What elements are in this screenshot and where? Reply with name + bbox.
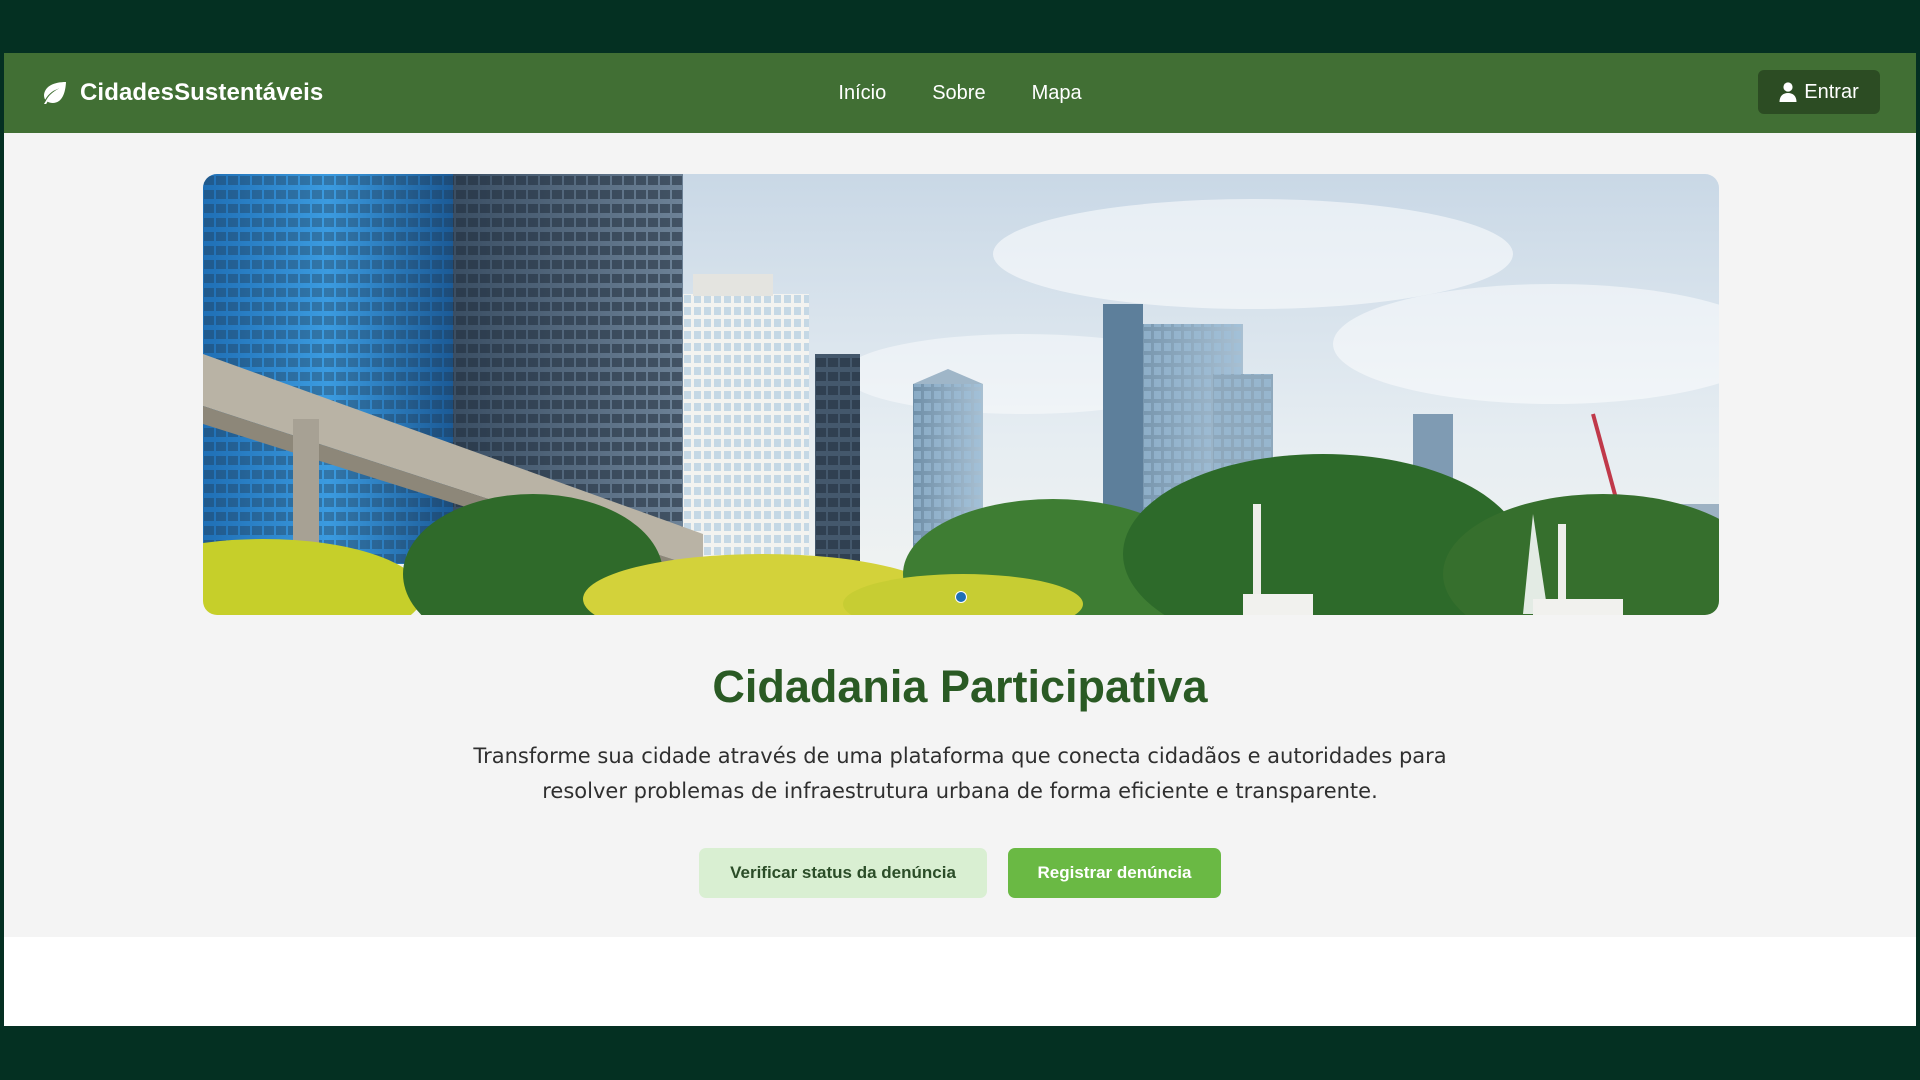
user-icon — [1779, 82, 1797, 102]
register-report-button[interactable]: Registrar denúncia — [1008, 848, 1221, 898]
city-skyline-image — [203, 174, 1719, 615]
hero-section: Cidadania Participativa Transforme sua c… — [4, 133, 1916, 937]
nav-link-sobre[interactable]: Sobre — [932, 82, 985, 105]
check-report-status-button[interactable]: Verificar status da denúncia — [699, 848, 987, 898]
carousel-indicator-dot[interactable] — [955, 591, 967, 603]
brand-logo-link[interactable]: CidadesSustentáveis — [40, 53, 323, 133]
leaf-icon — [44, 82, 66, 104]
brand-name: CidadesSustentáveis — [80, 79, 324, 106]
nav-link-inicio[interactable]: Início — [838, 82, 886, 105]
hero-banner-carousel — [203, 174, 1719, 615]
login-button[interactable]: Entrar — [1758, 70, 1880, 114]
browser-viewport: CidadesSustentáveis Início Sobre Mapa En… — [4, 53, 1916, 1026]
login-label: Entrar — [1804, 80, 1859, 103]
hero-title: Cidadania Participativa — [712, 661, 1208, 712]
nav-link-mapa[interactable]: Mapa — [1032, 82, 1082, 105]
hero-actions: Verificar status da denúncia Registrar d… — [4, 848, 1916, 898]
navbar: CidadesSustentáveis Início Sobre Mapa En… — [4, 53, 1916, 133]
hero-description: Transforme sua cidade através de uma pla… — [473, 744, 1447, 803]
